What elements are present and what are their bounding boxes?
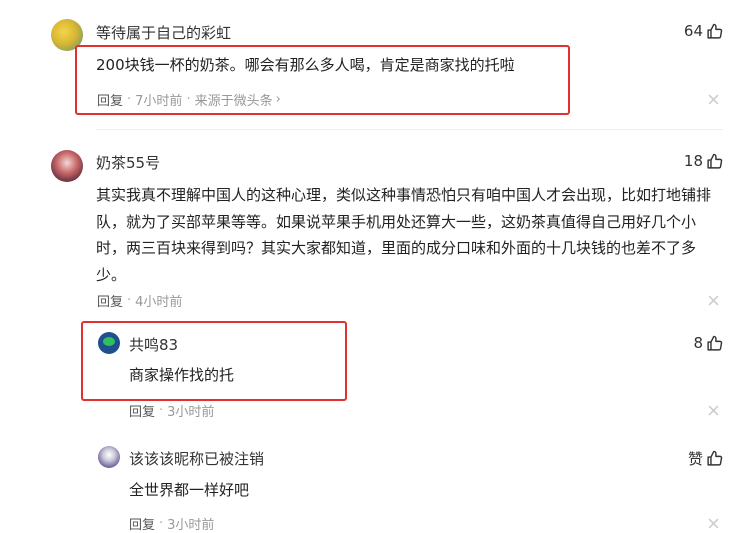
avatar[interactable] <box>98 332 120 354</box>
comment-meta: 回复 · 7小时前 · 来源于微头条 › <box>97 90 281 109</box>
close-icon[interactable] <box>708 518 719 529</box>
avatar[interactable] <box>98 446 120 468</box>
reply-username[interactable]: 该该该昵称已被注销 <box>129 448 264 469</box>
separator-dot: · <box>127 293 132 308</box>
separator-dot: · <box>186 92 191 107</box>
separator-dot: · <box>159 516 164 531</box>
reply-meta: 回复 · 3小时前 <box>129 514 214 533</box>
like-button[interactable]: 赞 <box>688 448 723 469</box>
reply-text: 商家操作找的托 <box>129 366 235 384</box>
reply-button[interactable]: 回复 <box>129 514 155 533</box>
close-icon[interactable] <box>708 295 719 306</box>
like-label: 赞 <box>687 450 703 468</box>
reply-username[interactable]: 共鸣83 <box>129 334 178 355</box>
like-count: 64 <box>683 22 703 40</box>
thumbs-up-icon <box>707 23 723 39</box>
comment-username[interactable]: 奶茶55号 <box>96 152 160 173</box>
like-button[interactable]: 8 <box>693 334 723 352</box>
separator-dot: · <box>159 403 164 418</box>
reply-button[interactable]: 回复 <box>97 90 123 109</box>
highlight-box <box>81 321 347 401</box>
comment-username[interactable]: 等待属于自己的彩虹 <box>96 22 231 43</box>
reply-meta: 回复 · 3小时前 <box>129 401 214 420</box>
thumbs-up-icon <box>707 450 723 466</box>
separator-dot: · <box>127 92 132 107</box>
like-button[interactable]: 18 <box>684 152 723 170</box>
close-icon[interactable] <box>708 405 719 416</box>
like-count: 18 <box>683 152 703 170</box>
comment-time: 7小时前 <box>135 94 183 109</box>
comment-time: 4小时前 <box>135 295 183 310</box>
divider <box>96 129 723 130</box>
chevron-right-icon[interactable]: › <box>276 92 281 107</box>
thumbs-up-icon <box>707 153 723 169</box>
reply-button[interactable]: 回复 <box>97 291 123 310</box>
thumbs-up-icon <box>707 335 723 351</box>
like-button[interactable]: 64 <box>684 22 723 40</box>
close-icon[interactable] <box>708 94 719 105</box>
avatar[interactable] <box>51 150 83 182</box>
like-count: 8 <box>693 334 703 352</box>
reply-time: 3小时前 <box>167 518 215 533</box>
comment-text: 其实我真不理解中国人的这种心理，类似这种事情恐怕只有咱中国人才会出现，比如打地铺… <box>96 186 712 284</box>
comment-text: 200块钱一杯的奶茶。哪会有那么多人喝，肯定是商家找的托啦 <box>96 56 515 74</box>
reply-text: 全世界都一样好吧 <box>129 481 250 499</box>
reply-time: 3小时前 <box>167 405 215 420</box>
comment-meta: 回复 · 4小时前 <box>97 291 182 310</box>
reply-button[interactable]: 回复 <box>129 401 155 420</box>
source-link[interactable]: 来源于微头条 <box>195 90 273 109</box>
